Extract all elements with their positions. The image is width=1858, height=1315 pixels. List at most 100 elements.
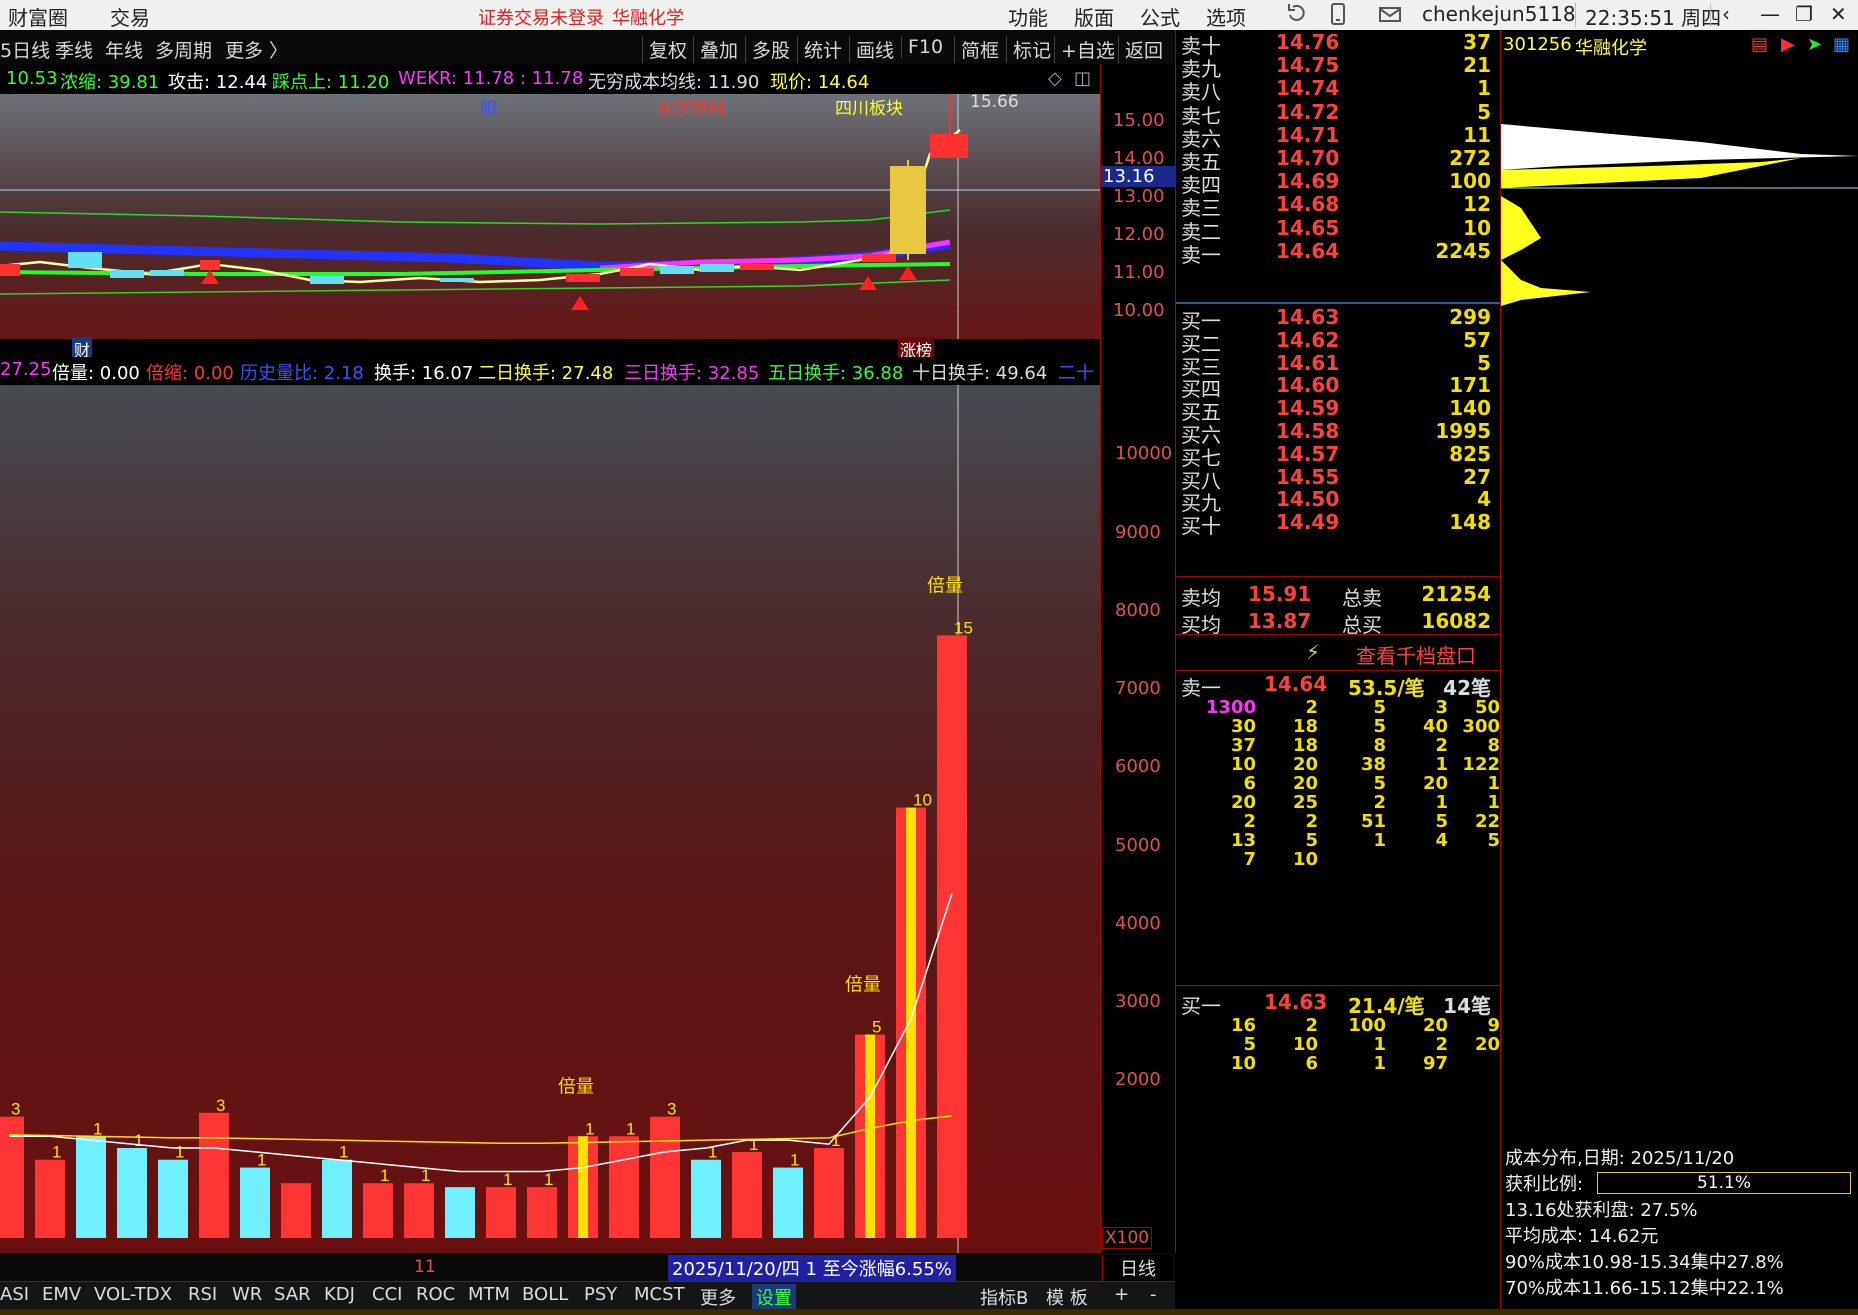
menu-item-caifuquan[interactable]: 财富圈 [8,2,68,31]
mail-icon[interactable] [1378,1,1402,32]
indicator-tab[interactable]: MTM [468,1284,510,1305]
indicator-tab[interactable]: PSY [584,1284,617,1305]
order-size: 1 [1487,773,1500,794]
tool-multi-stock[interactable]: 多股 [745,36,790,63]
volume-bar [76,1136,106,1238]
bar-label: 15 [954,618,973,637]
menu-item-function[interactable]: 功能 [1008,2,1048,31]
order-size: 3 [1435,697,1448,718]
indicator-tab[interactable]: ROC [416,1284,455,1305]
cost-distribution-panel: 301256 华融化学 ▤ ▶ ➤ ▦ 成本分布,日期: 2025/11/20 … [1500,30,1858,1309]
order-size: 2 [1435,735,1448,756]
tool-restore-rights[interactable]: 复权 [642,36,687,63]
bar-label: 1 [503,1170,512,1189]
username[interactable]: chenkejun5118 [1422,2,1576,26]
arrow-icon[interactable]: ➤ [1807,34,1822,55]
period-toolbar: 5日线 季线 年线 多周期 更多 〉 复权 叠加 多股 统计 画线 F10 简框… [0,30,1175,65]
indicator-tab[interactable]: VOL-TDX [94,1284,172,1305]
price-tick: 12.00 [1113,224,1165,245]
bid-level[interactable]: 买十 14.49 148 [1176,510,1501,538]
tool-mark[interactable]: 标记 [1006,36,1051,63]
tag-top-gainers[interactable]: 涨榜 [898,337,935,359]
login-notice[interactable]: 证券交易未登录 [478,4,604,30]
bar-label: 1 [339,1143,348,1162]
period-label[interactable]: 日线 [1102,1255,1173,1281]
tab-tool[interactable]: 指标B [980,1284,1028,1310]
cost-70: 70%成本11.66-15.12集中22.1% [1505,1278,1784,1299]
bar-label: 1 [134,1131,143,1150]
order-size: 5 [1435,811,1448,832]
close-icon[interactable]: ✕ [1830,2,1847,26]
price-y-axis: 15.00 14.00 13.00 12.00 11.00 10.00 13.1… [1100,64,1176,359]
volume-indicator-line: 27.25 倍量: 0.00 倍缩: 0.00 历史量比: 2.18 换手: 1… [0,357,1100,385]
period-multi[interactable]: 多周期 [155,36,212,63]
level-price: 14.49 [1276,510,1340,535]
phone-icon[interactable] [1328,1,1348,32]
grid-icon[interactable]: ▦ [1833,34,1850,55]
bar-label: 3 [11,1100,20,1119]
diamond-icon[interactable]: ◇ [1048,68,1062,89]
order-size: 5 [1305,830,1318,851]
order-size: 8 [1487,735,1500,756]
profit-at-price: 13.16处获利盘: 27.5% [1505,1200,1698,1221]
vol-indicator-2d: 二日换手: 27.48 [478,363,614,384]
indicator-tab[interactable]: BOLL [522,1284,568,1305]
tag-finance[interactable]: 财 [72,337,93,359]
indicator-tab[interactable]: 设置 [752,1284,796,1310]
order-size: 30 [1230,716,1256,737]
tool-add-watchlist[interactable]: +自选 [1054,36,1115,63]
indicator-tab[interactable]: KDJ [324,1284,355,1305]
menu-item-layout[interactable]: 版面 [1074,2,1114,31]
tab-tool[interactable]: 模 板 [1046,1284,1088,1310]
indicator-tab[interactable]: SAR [274,1284,311,1305]
back-icon[interactable]: ‹ [1722,2,1730,26]
window-stock-name: 华融化学 [612,8,684,29]
depth-link[interactable]: ⚡ 查看千档盘口 [1176,636,1501,670]
minimize-icon[interactable]: — [1760,2,1780,26]
bar-label: 1 [790,1151,799,1170]
menu-item-options[interactable]: 选项 [1206,2,1246,31]
period-year[interactable]: 年线 [105,36,143,63]
order-size: 1 [1373,1034,1386,1055]
vol-indicator-turnover: 换手: 16.07 [374,363,474,384]
tool-overlay[interactable]: 叠加 [693,36,738,63]
volume-bar [322,1159,352,1238]
tool-back[interactable]: 返回 [1118,36,1163,63]
indicator-tab[interactable]: WR [232,1284,262,1305]
menu-item-formula[interactable]: 公式 [1140,2,1180,31]
panel-toggle-icon[interactable]: ◫ [1074,68,1091,89]
period-5day[interactable]: 5日线 [0,36,50,63]
tool-simple-frame[interactable]: 简框 [954,36,999,63]
indicator-tab[interactable]: CCI [372,1284,402,1305]
list-icon[interactable]: ▤ [1751,34,1768,55]
label-chemical: 化学原料 [658,99,726,119]
volume-bar-highlight [906,807,916,1238]
tool-draw[interactable]: 画线 [849,36,894,63]
tab-tool[interactable]: - [1150,1284,1157,1305]
period-quarter[interactable]: 季线 [55,36,93,63]
volume-bar [609,1136,639,1238]
level-volume: 37 [1463,30,1491,54]
volume-chart[interactable]: 3 1 1 1 1 3 1 1 1 1 1 1 1 1 3 1 1 1 1 5 10 15 倍量 倍量 倍量 [0,385,1100,1253]
restore-icon[interactable]: ❐ [1795,2,1813,26]
total-buy: 16082 [1421,609,1491,633]
volume-bar [363,1183,393,1238]
volume-tick: 2000 [1115,1069,1161,1091]
indicator-tab[interactable]: EMV [42,1284,81,1305]
menu-item-trade[interactable]: 交易 [110,2,150,31]
order-size: 20 [1292,754,1318,775]
tab-tool[interactable]: + [1114,1284,1129,1305]
refresh-icon[interactable] [1284,1,1310,32]
ask-level[interactable]: 卖一 14.64 2245 [1176,239,1501,267]
indicator-tab[interactable]: MCST [634,1284,685,1305]
price-chart[interactable]: 阳 化学原料 四川板块 15.66 财 涨榜 [0,94,1100,359]
double-volume-annotation: 倍量 [558,1076,594,1097]
tool-f10[interactable]: F10 [901,36,943,58]
indicator-tab[interactable]: RSI [188,1284,217,1305]
order-size: 1 [1435,792,1448,813]
indicator-tab[interactable]: ASI [0,1284,29,1305]
tool-stats[interactable]: 统计 [797,36,842,63]
period-more[interactable]: 更多 〉 [225,36,288,63]
indicator-tab[interactable]: 更多 [700,1284,736,1310]
flag-icon[interactable]: ▶ [1781,34,1795,55]
